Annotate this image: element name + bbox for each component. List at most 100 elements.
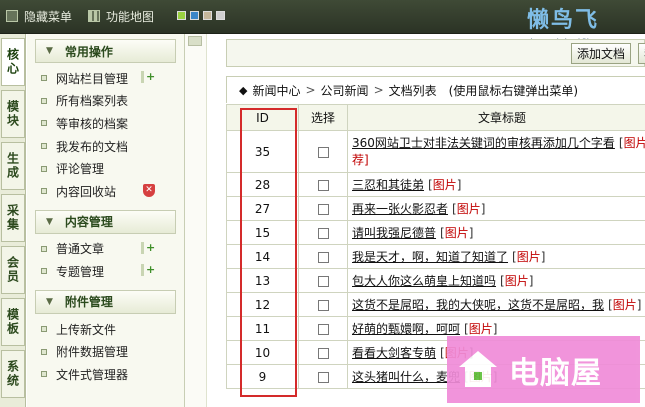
- image-tag-link[interactable]: 图片: [445, 226, 469, 240]
- sidebar-item-comments[interactable]: 评论管理: [41, 157, 184, 180]
- row-checkbox[interactable]: [317, 203, 329, 215]
- image-tag-link[interactable]: 图片: [433, 178, 457, 192]
- section-title: 附件管理: [64, 295, 113, 310]
- collapse-arrow-icon: ▼: [46, 216, 53, 227]
- menu-splitter[interactable]: [185, 34, 207, 407]
- sidebar-item-topics[interactable]: 专题管理 +: [41, 260, 184, 283]
- article-title-link[interactable]: 这头猪叫什么，麦兜: [352, 370, 460, 384]
- article-title-link[interactable]: 看看大剑客专萌: [352, 346, 436, 360]
- splitter-handle[interactable]: [188, 36, 202, 46]
- sidebar-item-label: 上传新文件: [56, 322, 117, 337]
- row-checkbox[interactable]: [317, 251, 329, 263]
- theme-swatch-tan[interactable]: [203, 11, 212, 20]
- sidebar-item-file-manager[interactable]: 文件式管理器: [41, 363, 184, 386]
- image-tag-link[interactable]: 图片: [517, 250, 541, 264]
- article-title-link[interactable]: 我是天才，啊，知道了知道了: [352, 250, 508, 264]
- function-map-button[interactable]: 功能地图: [88, 7, 154, 25]
- theme-swatch-gray[interactable]: [216, 11, 225, 20]
- image-tag-link[interactable]: 图片: [457, 202, 481, 216]
- article-title-link[interactable]: 再来一张火影忍者: [352, 202, 448, 216]
- tab-modules[interactable]: 模块: [1, 90, 25, 138]
- image-tag-link[interactable]: 图片: [624, 136, 645, 150]
- sidebar-item-label: 附件数据管理: [56, 345, 129, 360]
- sidebar-item-recycle-bin[interactable]: 内容回收站 ✕: [41, 180, 184, 203]
- sidebar-item-my-docs[interactable]: 我发布的文档: [41, 135, 184, 158]
- table-row: 15 请叫我强尼德普 [图片]: [226, 220, 645, 245]
- add-document-button[interactable]: 添加文档: [571, 43, 632, 64]
- sidebar-item-label: 所有档案列表: [56, 94, 129, 109]
- breadcrumb-item: 文档列表: [388, 83, 437, 98]
- table-row: 12 这货不是屌昭，我的大侠呢，这货不是屌昭，我 [图片]: [226, 292, 645, 317]
- recommend-tag: 荐]: [352, 153, 369, 167]
- breadcrumb: ◆ 新闻中心 > 公司新闻 > 文档列表 (使用鼠标右键弹出菜单): [226, 76, 645, 103]
- tab-generate[interactable]: 生成: [1, 142, 25, 190]
- watermark: 电脑屋: [447, 336, 640, 403]
- bullet-icon: [41, 245, 47, 252]
- sidebar-menu: ▼ 常用操作 网站栏目管理 + 所有档案列表 等审核的档案 我发布的文档 评论管…: [27, 34, 185, 407]
- tab-core[interactable]: 核心: [1, 38, 25, 86]
- add-icon[interactable]: +: [141, 71, 155, 83]
- row-checkbox[interactable]: [317, 347, 329, 359]
- article-title-link[interactable]: 这货不是屌昭，我的大侠呢，这货不是屌昭，我: [352, 298, 604, 312]
- logo: 懒鸟飞: [525, 2, 643, 33]
- breadcrumb-item[interactable]: 公司新闻: [321, 82, 369, 99]
- section-common-ops[interactable]: ▼ 常用操作: [35, 39, 176, 63]
- hide-menu-label: 隐藏菜单: [24, 9, 73, 24]
- bullet-icon: [41, 371, 47, 378]
- my-documents-button[interactable]: 我: [638, 43, 645, 64]
- add-icon[interactable]: +: [141, 264, 155, 277]
- row-id: 27: [226, 196, 299, 221]
- tab-collect[interactable]: 采集: [1, 194, 25, 242]
- section-content-manage[interactable]: ▼ 内容管理: [35, 209, 176, 234]
- sidebar-item-upload[interactable]: 上传新文件: [41, 318, 184, 341]
- article-title-link[interactable]: 包大人你这么萌皇上知道吗: [352, 274, 496, 288]
- theme-swatch-blue[interactable]: [190, 11, 199, 20]
- row-checkbox[interactable]: [317, 371, 329, 383]
- column-header-title: 文章标题: [347, 104, 645, 131]
- article-title-link[interactable]: 三忍和其徒弟: [352, 178, 424, 192]
- table-row: 14 我是天才，啊，知道了知道了 [图片]: [226, 244, 645, 269]
- bullet-icon: [41, 97, 47, 104]
- breadcrumb-separator: >: [373, 83, 384, 97]
- tab-templates[interactable]: 模板: [1, 298, 25, 346]
- sidebar-item-attachment-data[interactable]: 附件数据管理: [41, 340, 184, 363]
- article-title-link[interactable]: 好萌的甄嬛啊，呵呵: [352, 322, 460, 336]
- row-checkbox[interactable]: [317, 146, 329, 158]
- breadcrumb-separator: >: [305, 83, 316, 97]
- row-checkbox[interactable]: [317, 299, 329, 311]
- table-row: 27 再来一张火影忍者 [图片]: [226, 196, 645, 221]
- column-header-id[interactable]: ID: [226, 104, 299, 131]
- tab-members[interactable]: 会员: [1, 246, 25, 294]
- row-checkbox[interactable]: [317, 179, 329, 191]
- article-title-link[interactable]: 请叫我强尼德普: [352, 226, 436, 240]
- sidebar-item-column-manage[interactable]: 网站栏目管理 +: [41, 67, 184, 90]
- table-row: 28 三忍和其徒弟 [图片]: [226, 172, 645, 197]
- image-tag-link[interactable]: 图片: [505, 274, 529, 288]
- sidebar-item-label: 评论管理: [56, 162, 105, 177]
- article-title-link[interactable]: 360网站卫士对非法关键词的审核再添加几个字看: [352, 136, 615, 150]
- sidebar-item-all-archives[interactable]: 所有档案列表: [41, 90, 184, 113]
- row-checkbox[interactable]: [317, 227, 329, 239]
- row-id: 28: [226, 172, 299, 197]
- row-id: 15: [226, 220, 299, 245]
- add-icon[interactable]: +: [141, 241, 155, 254]
- hide-menu-button[interactable]: 隐藏菜单: [6, 7, 72, 25]
- sidebar-item-label: 专题管理: [56, 264, 105, 279]
- row-checkbox[interactable]: [317, 323, 329, 335]
- section-attachments[interactable]: ▼ 附件管理: [35, 289, 176, 314]
- tab-system[interactable]: 系统: [1, 350, 25, 398]
- sidebar-item-label: 网站栏目管理: [56, 71, 129, 86]
- sidebar-item-pending-review[interactable]: 等审核的档案: [41, 112, 184, 135]
- image-tag-link[interactable]: 图片: [613, 298, 637, 312]
- row-id: 10: [226, 340, 299, 365]
- shield-icon[interactable]: ✕: [143, 183, 155, 197]
- breadcrumb-item[interactable]: 新闻中心: [252, 82, 300, 99]
- bullet-icon: [41, 165, 47, 172]
- sidebar-item-label: 等审核的档案: [56, 116, 129, 131]
- row-checkbox[interactable]: [317, 275, 329, 287]
- sidebar-item-label: 内容回收站: [56, 184, 117, 199]
- top-toolbar: 隐藏菜单 功能地图 懒鸟飞: [0, 0, 645, 34]
- theme-swatch-green[interactable]: [177, 11, 186, 20]
- sidebar-item-articles[interactable]: 普通文章 +: [41, 238, 184, 261]
- image-tag-link[interactable]: 图片: [469, 322, 493, 336]
